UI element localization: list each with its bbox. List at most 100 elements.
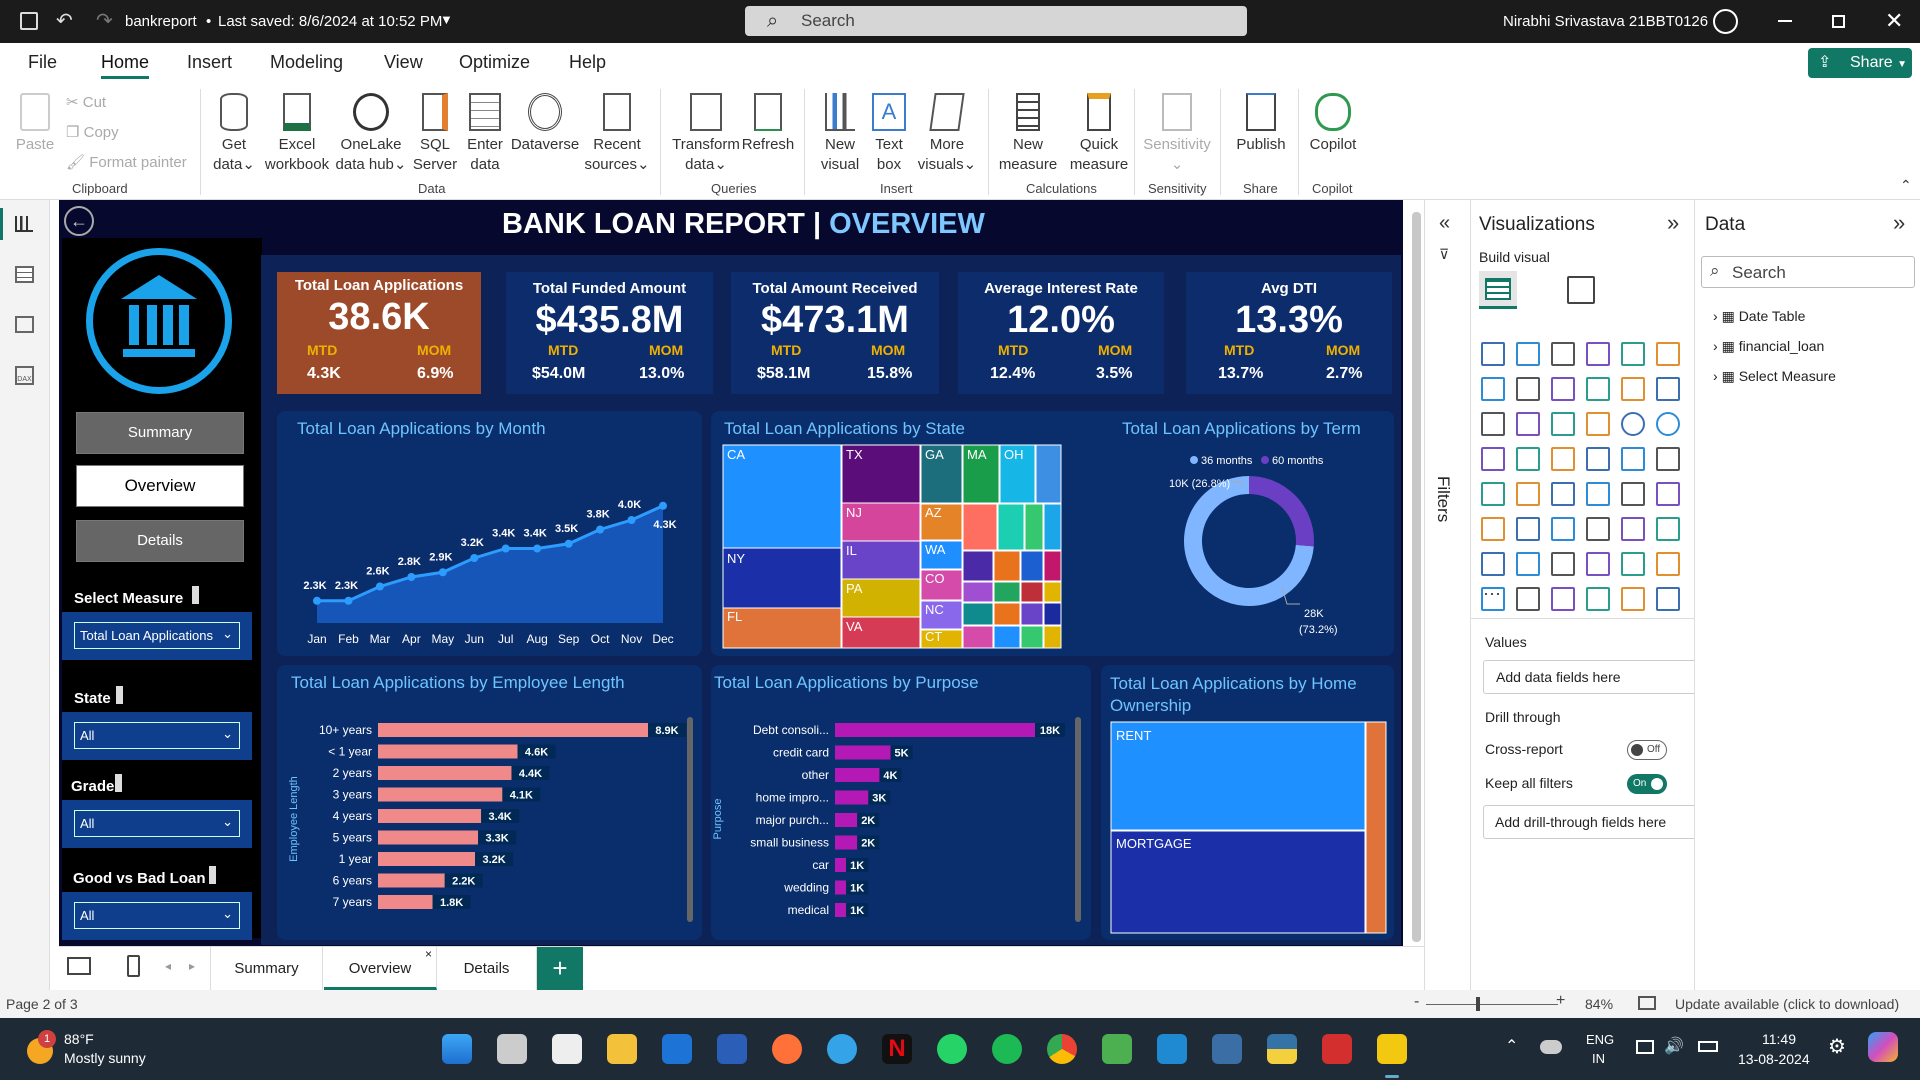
search-input[interactable]: ⌕ Search bbox=[745, 6, 1247, 36]
visual-type-icon[interactable] bbox=[1656, 552, 1680, 576]
close-icon[interactable]: ✕ bbox=[1885, 8, 1903, 34]
filters-label[interactable]: Filters bbox=[1433, 476, 1453, 522]
whatsapp-icon[interactable] bbox=[937, 1034, 967, 1064]
visual-type-icon[interactable] bbox=[1481, 412, 1505, 436]
data-table-item[interactable]: › ▦ Date Table bbox=[1713, 308, 1805, 325]
visual-type-icon[interactable] bbox=[1656, 342, 1680, 366]
scroll-left-icon[interactable]: ◂ bbox=[165, 959, 171, 973]
chart-home-panel[interactable]: Total Loan Applications by Home Ownershi… bbox=[1101, 665, 1394, 940]
paste-button[interactable]: Paste bbox=[12, 93, 58, 155]
tab-details[interactable]: Details bbox=[437, 947, 537, 990]
add-drill-through-well[interactable]: Add drill-through fields here bbox=[1483, 805, 1697, 839]
visual-type-icon[interactable] bbox=[1551, 377, 1575, 401]
visual-type-icon[interactable] bbox=[1481, 342, 1505, 366]
visual-type-icon[interactable] bbox=[1551, 517, 1575, 541]
visual-type-icon[interactable] bbox=[1656, 377, 1680, 401]
chart-state-panel[interactable]: Total Loan Applications by State CA NY FL T… bbox=[711, 411, 1145, 656]
undo-icon[interactable]: ↶ bbox=[56, 8, 73, 33]
visual-type-icon[interactable] bbox=[1656, 447, 1680, 471]
menu-view[interactable]: View bbox=[384, 52, 423, 73]
visual-type-icon[interactable] bbox=[1621, 517, 1645, 541]
menu-file[interactable]: File bbox=[28, 52, 57, 73]
zoom-in-icon[interactable]: + bbox=[1556, 992, 1565, 1010]
desktop-layout-icon[interactable] bbox=[67, 957, 91, 975]
visual-type-icon[interactable] bbox=[1516, 587, 1540, 611]
zoom-slider[interactable] bbox=[1426, 1004, 1558, 1005]
visual-type-icon[interactable] bbox=[1586, 342, 1610, 366]
back-arrow-icon[interactable]: ← bbox=[64, 206, 94, 236]
chart-month-panel[interactable]: Total Loan Applications by Month 2.3K Jan… bbox=[277, 411, 702, 656]
chart-purpose-panel[interactable]: Total Loan Applications by Purpose Debt … bbox=[711, 665, 1091, 940]
collapse-viz-icon[interactable]: » bbox=[1667, 210, 1679, 236]
nav-details-button[interactable]: Details bbox=[76, 520, 244, 562]
nav-overview-button[interactable]: Overview bbox=[76, 465, 244, 507]
nav-summary-button[interactable]: Summary bbox=[76, 412, 244, 454]
chevron-down-icon[interactable]: ▼ bbox=[440, 12, 453, 27]
text-box-button[interactable]: A Text box bbox=[866, 93, 912, 175]
minimize-icon[interactable] bbox=[1778, 20, 1792, 22]
visual-type-icon[interactable] bbox=[1516, 447, 1540, 471]
visual-type-icon[interactable] bbox=[1621, 342, 1645, 366]
close-tab-icon[interactable]: × bbox=[425, 933, 432, 976]
visual-type-icon[interactable] bbox=[1621, 447, 1645, 471]
quick-measure-button[interactable]: Quick measure bbox=[1066, 93, 1132, 175]
get-data-button[interactable]: Get data⌄ bbox=[208, 93, 260, 175]
new-visual-button[interactable]: New visual bbox=[814, 93, 866, 175]
chart-emplength-panel[interactable]: Total Loan Applications by Employee Leng… bbox=[277, 665, 702, 940]
format-painter-button[interactable]: 🖌 Format painter bbox=[66, 153, 187, 173]
task-view-icon[interactable] bbox=[497, 1034, 527, 1064]
cut-button[interactable]: ✂ Cut bbox=[66, 93, 106, 113]
python-icon[interactable] bbox=[1267, 1034, 1297, 1064]
clock-date[interactable]: 13-08-2024 bbox=[1738, 1051, 1810, 1067]
visual-type-icon[interactable] bbox=[1656, 482, 1680, 506]
mail-icon[interactable] bbox=[662, 1034, 692, 1064]
zoom-out-icon[interactable]: - bbox=[1414, 993, 1419, 1011]
visual-type-icon[interactable] bbox=[1656, 412, 1680, 436]
more-visuals-button[interactable]: More visuals⌄ bbox=[914, 93, 980, 175]
collapse-ribbon-icon[interactable]: ⌃ bbox=[1900, 177, 1912, 194]
visual-type-icon[interactable] bbox=[1516, 377, 1540, 401]
publish-button[interactable]: Publish bbox=[1230, 93, 1292, 155]
visual-type-icon[interactable] bbox=[1516, 517, 1540, 541]
menu-home[interactable]: Home bbox=[101, 52, 149, 73]
lang-in[interactable]: IN bbox=[1592, 1051, 1605, 1066]
sql-server-button[interactable]: SQL Server bbox=[412, 93, 458, 175]
visual-type-icon[interactable] bbox=[1621, 482, 1645, 506]
visual-type-icon[interactable] bbox=[1586, 587, 1610, 611]
slicer-grade-dropdown[interactable]: All ⌄ bbox=[74, 810, 240, 837]
battery-icon[interactable] bbox=[1698, 1041, 1718, 1052]
chrome-icon[interactable] bbox=[1047, 1034, 1077, 1064]
menu-help[interactable]: Help bbox=[569, 52, 606, 73]
visual-type-icon[interactable] bbox=[1551, 412, 1575, 436]
copilot-tray-icon[interactable] bbox=[1868, 1032, 1898, 1062]
maximize-icon[interactable] bbox=[1832, 15, 1845, 28]
visual-type-icon[interactable] bbox=[1586, 412, 1610, 436]
dataverse-button[interactable]: Dataverse bbox=[510, 93, 580, 155]
more-visuals-ellipsis-icon[interactable]: ⋯ bbox=[1483, 584, 1501, 605]
visual-type-icon[interactable] bbox=[1481, 447, 1505, 471]
netflix-icon[interactable]: N bbox=[882, 1034, 912, 1064]
acrobat-icon[interactable] bbox=[1322, 1034, 1352, 1064]
scroll-right-icon[interactable]: ▸ bbox=[189, 959, 195, 973]
slicer-state-dropdown[interactable]: All ⌄ bbox=[74, 722, 240, 749]
visual-type-icon[interactable] bbox=[1551, 342, 1575, 366]
network-icon[interactable] bbox=[1636, 1040, 1654, 1054]
copy-button[interactable]: ❐ Copy bbox=[66, 123, 119, 143]
show-hidden-icons[interactable]: ⌃ bbox=[1505, 1036, 1518, 1056]
user-avatar-icon[interactable] bbox=[1713, 9, 1738, 34]
visual-type-icon[interactable] bbox=[1586, 447, 1610, 471]
word-icon[interactable] bbox=[717, 1034, 747, 1064]
format-visual-tab-icon[interactable] bbox=[1567, 276, 1595, 304]
data-search-input[interactable]: ⌕ Search bbox=[1701, 256, 1915, 288]
data-table-item[interactable]: › ▦ financial_loan bbox=[1713, 338, 1824, 355]
model-view-icon[interactable] bbox=[15, 316, 34, 333]
save-icon[interactable] bbox=[20, 12, 38, 30]
visual-type-icon[interactable] bbox=[1586, 377, 1610, 401]
excel-workbook-button[interactable]: Excel workbook bbox=[262, 93, 332, 175]
clock-time[interactable]: 11:49 bbox=[1762, 1031, 1796, 1047]
tab-summary[interactable]: Summary bbox=[210, 947, 323, 990]
visual-type-icon[interactable] bbox=[1656, 587, 1680, 611]
visual-type-icon[interactable] bbox=[1551, 482, 1575, 506]
keep-all-filters-toggle[interactable]: On bbox=[1627, 774, 1667, 794]
new-measure-button[interactable]: New measure bbox=[996, 93, 1060, 175]
